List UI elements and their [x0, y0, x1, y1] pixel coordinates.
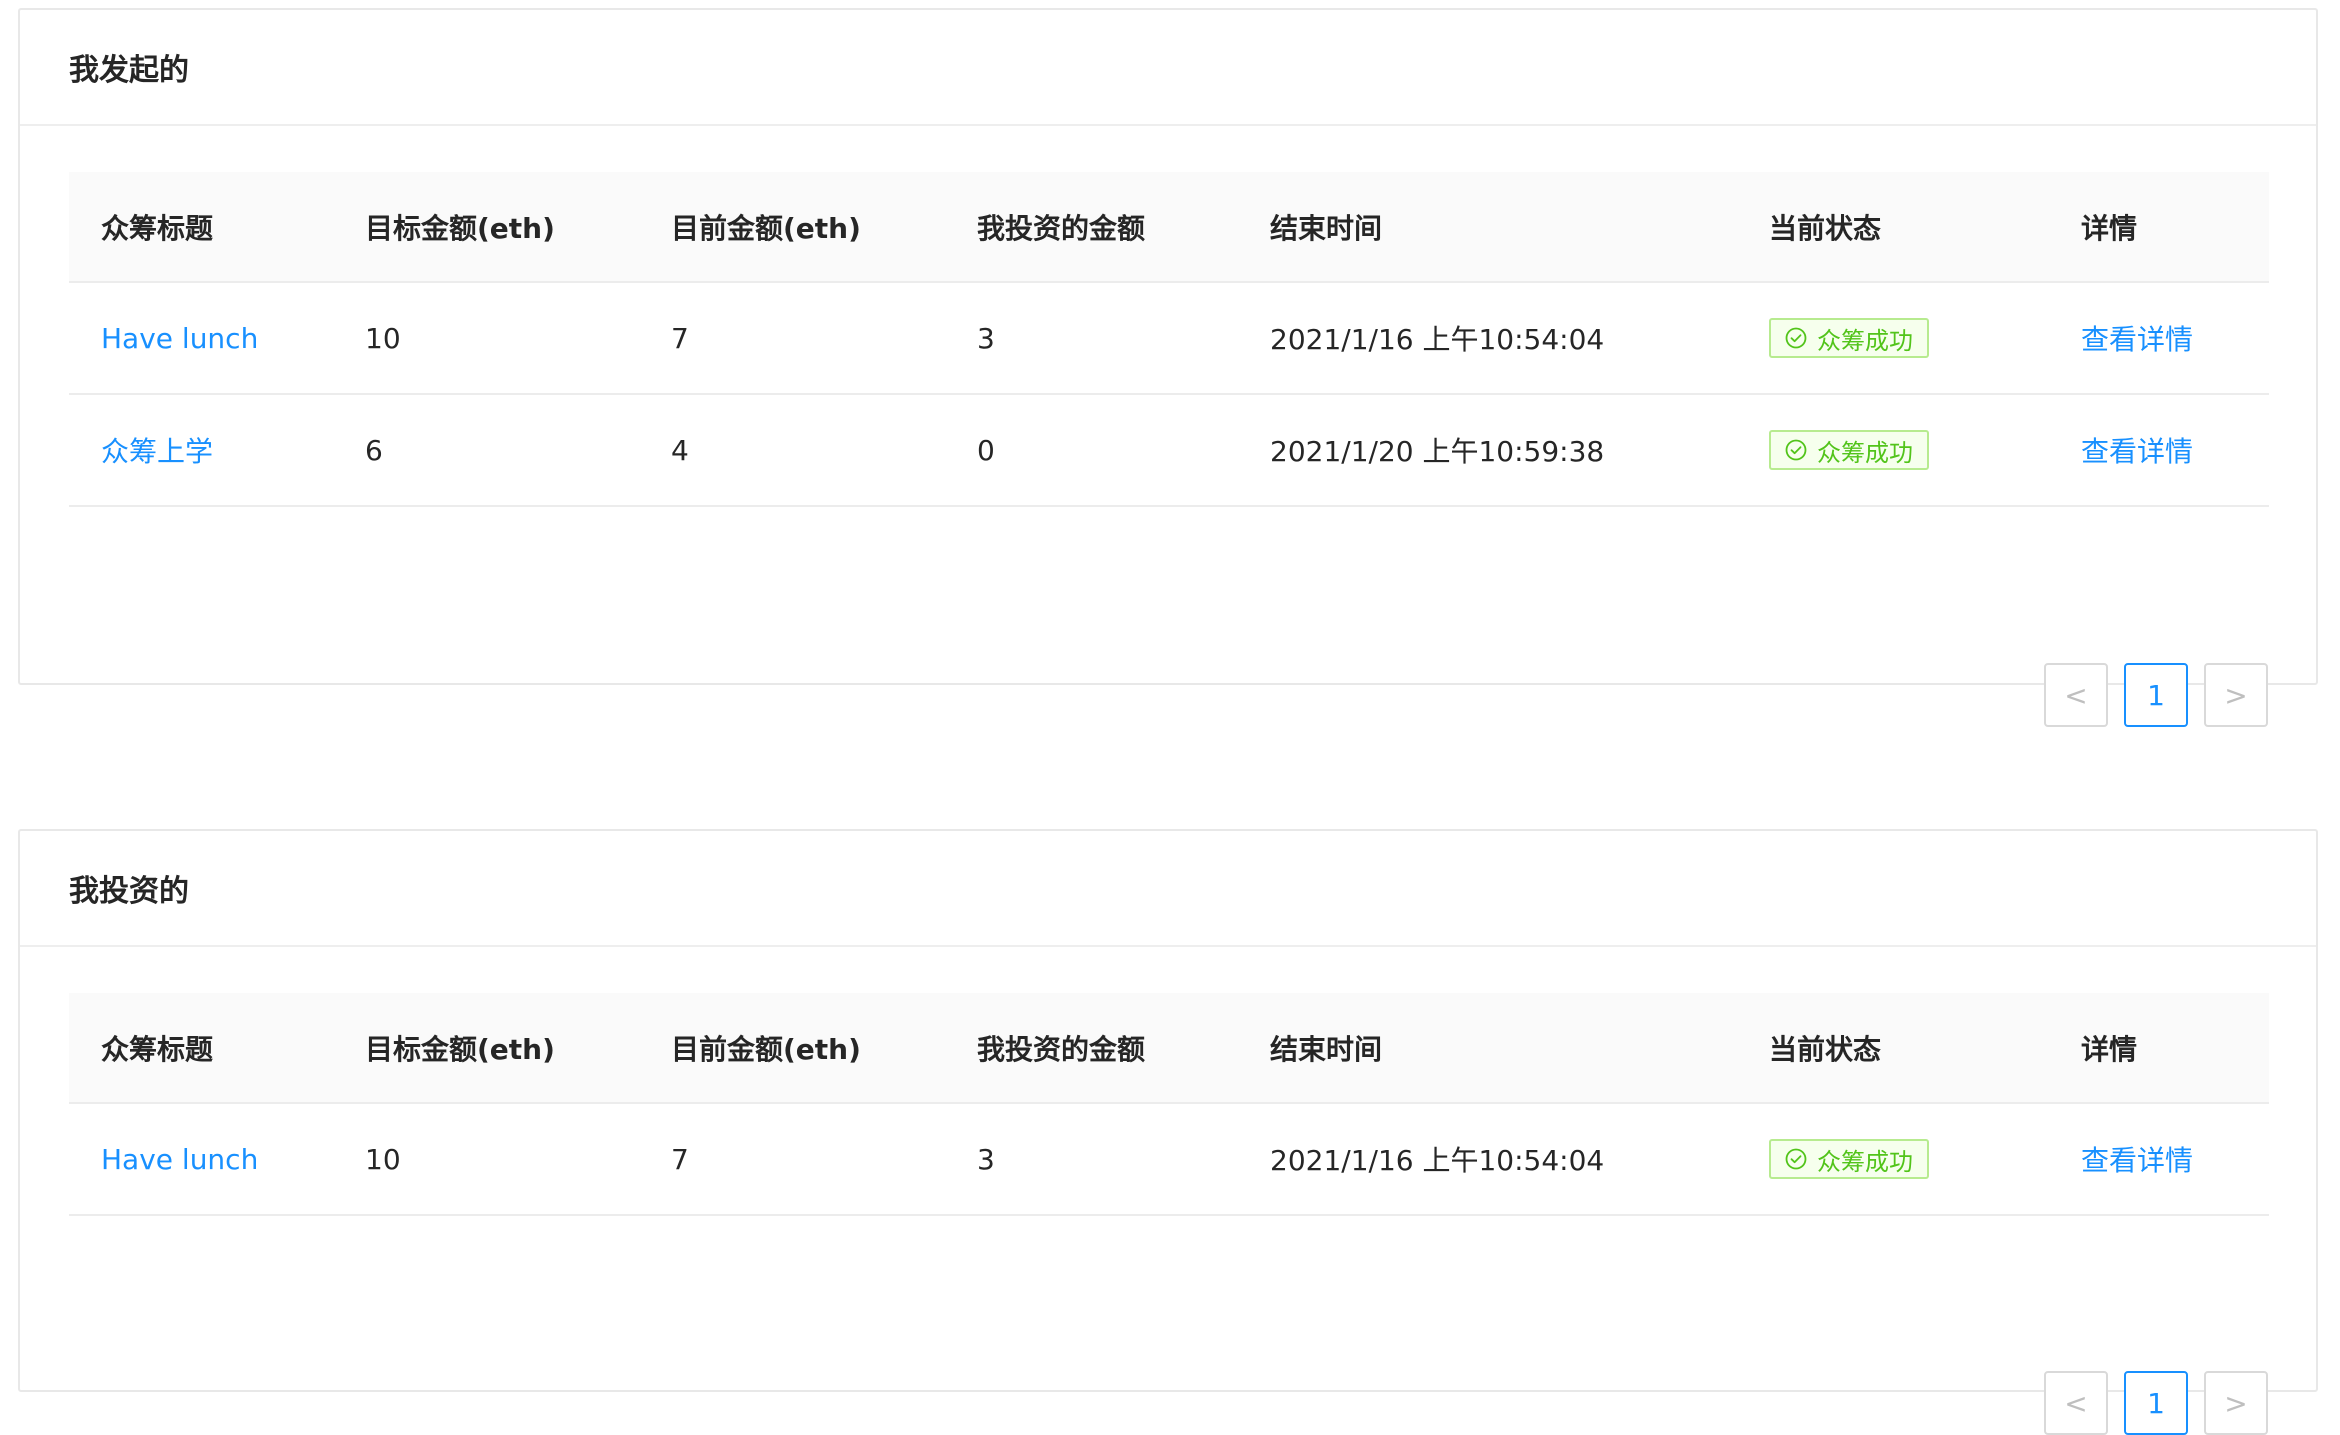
status-badge: 众筹成功 [1769, 318, 1929, 358]
status-text: 众筹成功 [1817, 438, 1913, 467]
table-header-row: 众筹标题 目标金额(eth) 目前金额(eth) 我投资的金额 结束时间 当前状… [69, 993, 2269, 1104]
project-title-link[interactable]: Have lunch [101, 1143, 258, 1176]
column-header-status: 当前状态 [1737, 172, 2049, 283]
crowdfunding-table: 众筹标题 目标金额(eth) 目前金额(eth) 我投资的金额 结束时间 当前状… [69, 172, 2269, 507]
table-row: Have lunch 10 7 3 2021/1/16 上午10:54:04 众… [69, 1103, 2269, 1216]
card-title: 我发起的 [69, 53, 189, 88]
card-body: 众筹标题 目标金额(eth) 目前金额(eth) 我投资的金额 结束时间 当前状… [20, 947, 2316, 1435]
invested-card: 我投资的 众筹标题 目标金额(eth) 目前金额(eth) 我投资的金额 结束时… [18, 829, 2318, 1435]
my-investment-amount: 0 [945, 394, 1238, 507]
card-header: 我投资的 [20, 831, 2316, 947]
check-circle-icon [1785, 327, 1807, 349]
card-header: 我发起的 [20, 10, 2316, 126]
pagination: < 1 > [2044, 663, 2268, 727]
prev-page-button[interactable]: < [2044, 663, 2108, 727]
my-investment-amount: 3 [945, 1103, 1238, 1216]
prev-page-button[interactable]: < [2044, 1371, 2108, 1435]
end-time: 2021/1/16 上午10:54:04 [1238, 1103, 1737, 1216]
my-investment-amount: 3 [945, 282, 1238, 395]
current-amount: 7 [639, 1103, 945, 1216]
column-header-detail: 详情 [2049, 172, 2269, 283]
card-body: 众筹标题 目标金额(eth) 目前金额(eth) 我投资的金额 结束时间 当前状… [20, 126, 2316, 727]
card-title: 我投资的 [69, 874, 189, 909]
column-header-target: 目标金额(eth) [333, 172, 639, 283]
pagination: < 1 > [2044, 1371, 2268, 1435]
next-page-button[interactable]: > [2204, 663, 2268, 727]
project-title-link[interactable]: Have lunch [101, 322, 258, 355]
column-header-current: 目前金额(eth) [639, 993, 945, 1104]
current-amount: 4 [639, 394, 945, 507]
status-badge: 众筹成功 [1769, 430, 1929, 470]
column-header-title: 众筹标题 [69, 993, 333, 1104]
column-header-target: 目标金额(eth) [333, 993, 639, 1104]
launched-card: 我发起的 众筹标题 目标金额(eth) 目前金额(eth) 我投资的金额 结束时… [18, 8, 2318, 727]
column-header-status: 当前状态 [1737, 993, 2049, 1104]
current-amount: 7 [639, 282, 945, 395]
target-amount: 6 [333, 394, 639, 507]
column-header-title: 众筹标题 [69, 172, 333, 283]
end-time: 2021/1/20 上午10:59:38 [1238, 394, 1737, 507]
target-amount: 10 [333, 1103, 639, 1216]
table-header-row: 众筹标题 目标金额(eth) 目前金额(eth) 我投资的金额 结束时间 当前状… [69, 172, 2269, 283]
column-header-detail: 详情 [2049, 993, 2269, 1104]
table-row: Have lunch 10 7 3 2021/1/16 上午10:54:04 众… [69, 282, 2269, 395]
next-page-button[interactable]: > [2204, 1371, 2268, 1435]
end-time: 2021/1/16 上午10:54:04 [1238, 282, 1737, 395]
status-badge: 众筹成功 [1769, 1139, 1929, 1179]
column-header-my-investment: 我投资的金额 [945, 172, 1238, 283]
view-details-link[interactable]: 查看详情 [2081, 323, 2193, 356]
target-amount: 10 [333, 282, 639, 395]
column-header-my-investment: 我投资的金额 [945, 993, 1238, 1104]
status-text: 众筹成功 [1817, 326, 1913, 355]
status-text: 众筹成功 [1817, 1147, 1913, 1176]
table-row: 众筹上学 6 4 0 2021/1/20 上午10:59:38 众筹成功 查看详… [69, 394, 2269, 507]
page-1-button[interactable]: 1 [2124, 1371, 2188, 1435]
project-title-link[interactable]: 众筹上学 [101, 435, 213, 468]
check-circle-icon [1785, 439, 1807, 461]
crowdfunding-table: 众筹标题 目标金额(eth) 目前金额(eth) 我投资的金额 结束时间 当前状… [69, 993, 2269, 1216]
column-header-end-time: 结束时间 [1238, 172, 1737, 283]
check-circle-icon [1785, 1148, 1807, 1170]
page-1-button[interactable]: 1 [2124, 663, 2188, 727]
column-header-end-time: 结束时间 [1238, 993, 1737, 1104]
view-details-link[interactable]: 查看详情 [2081, 1144, 2193, 1177]
column-header-current: 目前金额(eth) [639, 172, 945, 283]
view-details-link[interactable]: 查看详情 [2081, 435, 2193, 468]
